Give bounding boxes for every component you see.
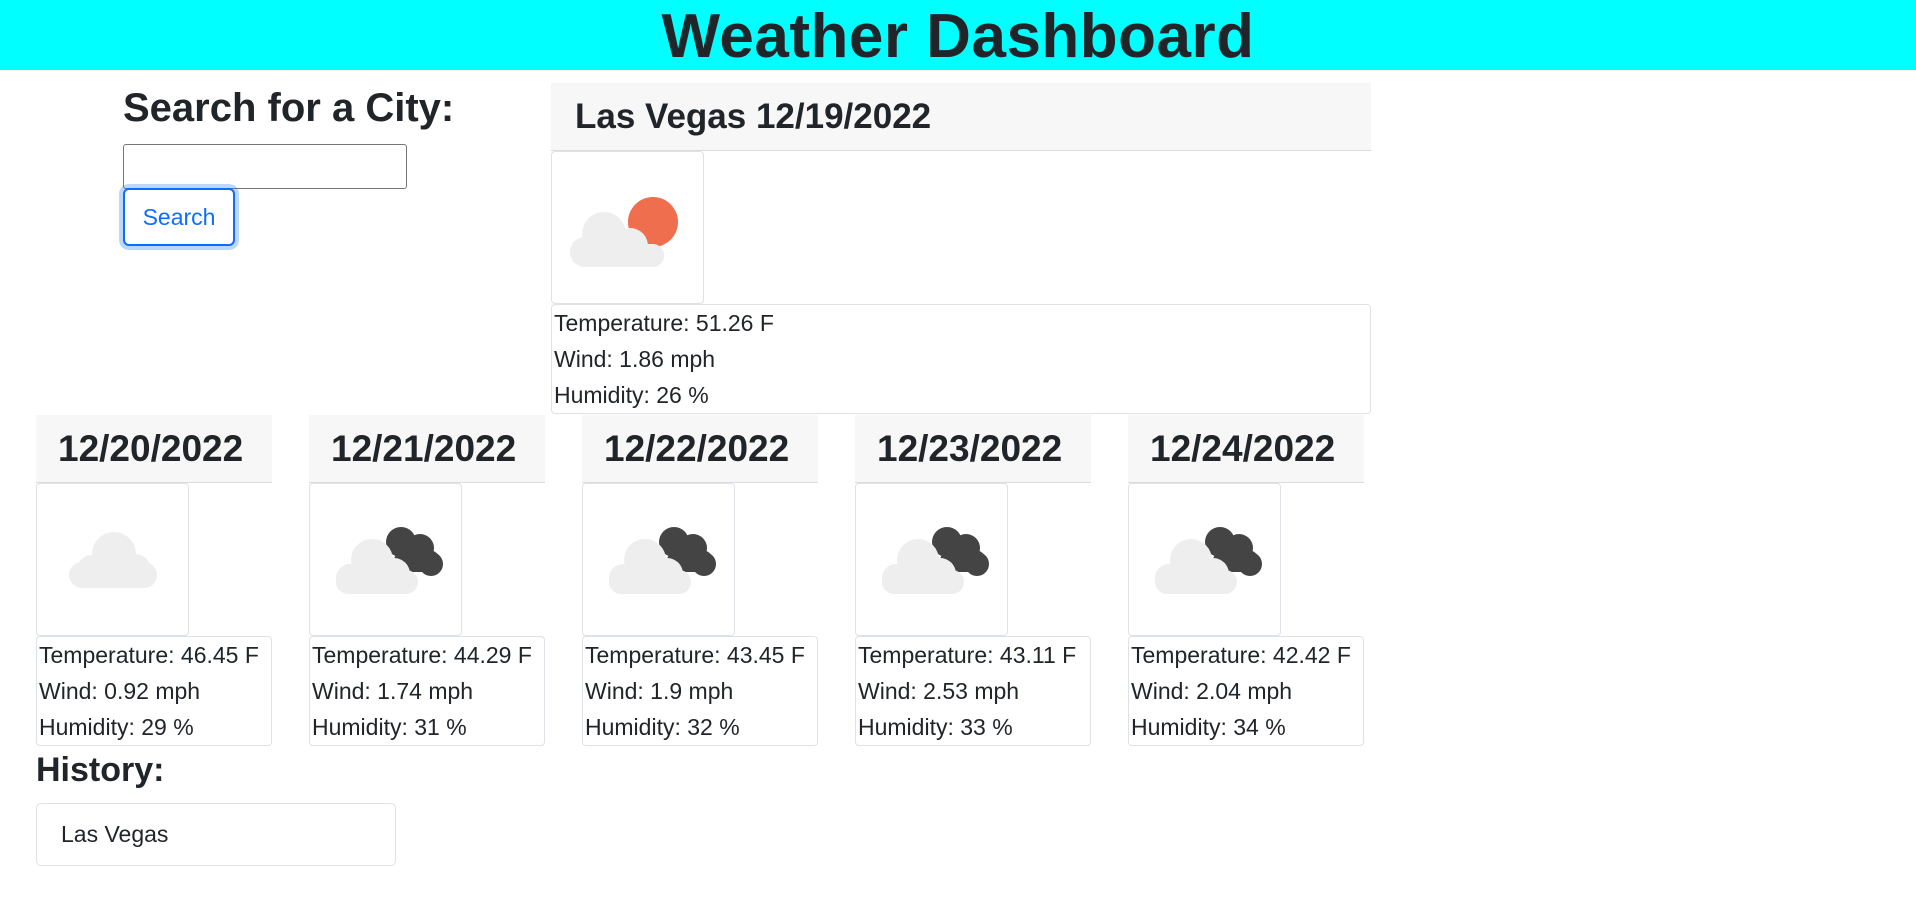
forecast-icon-box <box>309 483 462 636</box>
forecast-wind: Wind: 2.53 mph <box>858 678 1020 704</box>
few-clouds-day-icon <box>570 197 678 267</box>
forecast-card-2: 12/21/2022 Temperature: 44.29 F Wind: 1.… <box>309 415 545 746</box>
forecast-humidity: Humidity: 32 % <box>585 714 740 740</box>
current-city-date: Las Vegas 12/19/2022 <box>575 97 932 136</box>
cloud-icon <box>69 532 157 588</box>
forecast-wind: Wind: 2.04 mph <box>1131 678 1293 704</box>
forecast-date: 12/21/2022 <box>331 428 517 469</box>
forecast-card-5: 12/24/2022 Temperature: 42.42 F Wind: 2.… <box>1128 415 1364 746</box>
forecast-date: 12/22/2022 <box>604 428 790 469</box>
current-weather-icon-box <box>551 151 704 304</box>
current-temperature: Temperature: 51.26 F <box>554 310 774 336</box>
forecast-temperature: Temperature: 44.29 F <box>312 642 532 668</box>
city-search-input[interactable] <box>123 144 407 189</box>
forecast-details: Temperature: 43.45 F Wind: 1.9 mph Humid… <box>582 636 818 746</box>
forecast-temperature: Temperature: 46.45 F <box>39 642 259 668</box>
forecast-wind: Wind: 1.9 mph <box>585 678 734 704</box>
history-label: History: <box>36 751 165 789</box>
forecast-temperature: Temperature: 42.42 F <box>1131 642 1351 668</box>
forecast-temperature: Temperature: 43.45 F <box>585 642 805 668</box>
forecast-card-4: 12/23/2022 Temperature: 43.11 F Wind: 2.… <box>855 415 1091 746</box>
search-label: Search for a City: <box>123 86 455 130</box>
forecast-wind: Wind: 1.74 mph <box>312 678 474 704</box>
forecast-humidity: Humidity: 33 % <box>858 714 1013 740</box>
forecast-date-header: 12/22/2022 <box>582 415 818 483</box>
broken-clouds-icon <box>882 527 989 594</box>
history-item-las-vegas[interactable]: Las Vegas <box>36 803 396 866</box>
forecast-details: Temperature: 46.45 F Wind: 0.92 mph Humi… <box>36 636 272 746</box>
forecast-humidity: Humidity: 29 % <box>39 714 194 740</box>
forecast-card-1: 12/20/2022 Temperature: 46.45 F Wind: 0.… <box>36 415 272 746</box>
forecast-date-header: 12/20/2022 <box>36 415 272 483</box>
forecast-date-header: 12/23/2022 <box>855 415 1091 483</box>
forecast-details: Temperature: 43.11 F Wind: 2.53 mph Humi… <box>855 636 1091 746</box>
search-button[interactable]: Search <box>123 188 235 246</box>
forecast-date: 12/23/2022 <box>877 428 1063 469</box>
current-wind: Wind: 1.86 mph <box>554 346 716 372</box>
broken-clouds-icon <box>1155 527 1262 594</box>
forecast-date-header: 12/21/2022 <box>309 415 545 483</box>
forecast-details: Temperature: 42.42 F Wind: 2.04 mph Humi… <box>1128 636 1364 746</box>
forecast-details: Temperature: 44.29 F Wind: 1.74 mph Humi… <box>309 636 545 746</box>
page-header: Weather Dashboard <box>0 0 1916 71</box>
forecast-date: 12/20/2022 <box>58 428 244 469</box>
forecast-humidity: Humidity: 34 % <box>1131 714 1286 740</box>
forecast-icon-box <box>36 483 189 636</box>
current-humidity: Humidity: 26 % <box>554 382 709 408</box>
forecast-date-header: 12/24/2022 <box>1128 415 1364 483</box>
forecast-humidity: Humidity: 31 % <box>312 714 467 740</box>
broken-clouds-icon <box>609 527 716 594</box>
forecast-wind: Wind: 0.92 mph <box>39 678 201 704</box>
current-weather-header: Las Vegas 12/19/2022 <box>551 83 1371 151</box>
forecast-icon-box <box>582 483 735 636</box>
forecast-icon-box <box>855 483 1008 636</box>
page-title: Weather Dashboard <box>661 2 1255 71</box>
broken-clouds-icon <box>336 527 443 594</box>
forecast-temperature: Temperature: 43.11 F <box>858 642 1077 668</box>
forecast-date: 12/24/2022 <box>1150 428 1336 469</box>
current-weather-details: Temperature: 51.26 F Wind: 1.86 mph Humi… <box>551 304 1371 414</box>
forecast-icon-box <box>1128 483 1281 636</box>
forecast-card-3: 12/22/2022 Temperature: 43.45 F Wind: 1.… <box>582 415 818 746</box>
